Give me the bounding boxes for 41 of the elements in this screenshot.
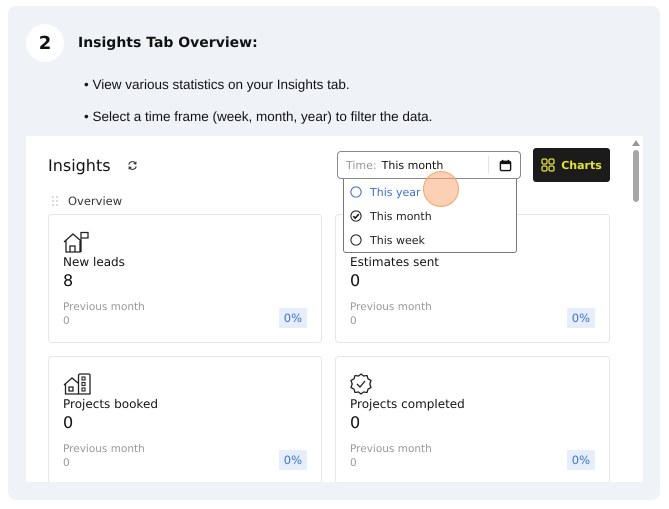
grid-icon <box>541 158 556 172</box>
time-option[interactable]: This year <box>344 180 516 204</box>
page-title: Insights <box>48 156 111 174</box>
bullet-text: • View various statistics on your Insights tab. <box>83 76 351 94</box>
previous-label: Previous month <box>63 442 145 456</box>
change-badge: 0% <box>566 308 595 328</box>
time-option[interactable]: This week <box>344 228 516 252</box>
stat-value: 0 <box>350 413 362 432</box>
previous-label: Previous month <box>63 300 145 314</box>
drag-handle-icon[interactable] <box>52 196 58 206</box>
previous-value: 0 <box>350 314 358 328</box>
step-number: 2 <box>26 24 64 62</box>
refresh-icon[interactable] <box>126 160 138 170</box>
section-title: Overview <box>68 194 122 208</box>
previous-value: 0 <box>350 456 358 470</box>
badge-check-icon <box>350 373 372 395</box>
stat-value: 0 <box>350 271 362 290</box>
stat-label: New leads <box>63 255 126 269</box>
stat-label: Projects completed <box>350 397 466 411</box>
change-badge: 0% <box>278 450 307 470</box>
charts-button[interactable]: Charts <box>533 148 610 182</box>
previous-label: Previous month <box>350 300 432 314</box>
time-option[interactable]: This month <box>344 204 516 228</box>
step-title: Insights Tab Overview: <box>78 35 258 51</box>
stat-value: 0 <box>63 413 74 432</box>
calendar-icon <box>499 158 512 172</box>
stat-label: Estimates sent <box>350 255 440 269</box>
time-filter-field[interactable]: Time: This month <box>337 151 521 179</box>
bullet-text: • Select a time frame (week, month, year) to filter the data. <box>83 108 434 126</box>
previous-value: 0 <box>63 456 71 470</box>
change-badge: 0% <box>278 308 307 328</box>
previous-value: 0 <box>63 314 71 328</box>
change-badge: 0% <box>566 450 595 470</box>
house-building-icon <box>63 373 91 395</box>
stat-label: Projects booked <box>63 397 159 411</box>
click-marker <box>423 171 459 207</box>
stat-value: 8 <box>63 271 74 290</box>
house-flag-icon <box>63 231 91 253</box>
previous-label: Previous month <box>350 442 432 456</box>
scroll-up-icon[interactable] <box>632 140 640 146</box>
scrollbar-thumb[interactable] <box>633 150 639 202</box>
